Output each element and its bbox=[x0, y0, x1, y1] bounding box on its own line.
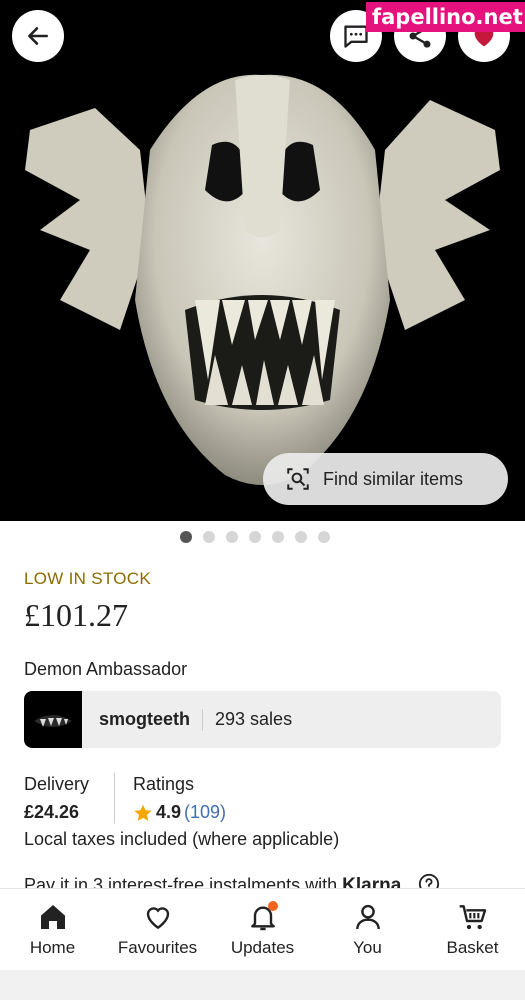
stock-status: LOW IN STOCK bbox=[24, 569, 152, 588]
nav-updates[interactable]: Updates bbox=[210, 889, 315, 970]
rating-value: 4.9 bbox=[156, 802, 182, 822]
ratings-label: Ratings bbox=[133, 774, 195, 794]
mask-photo bbox=[25, 74, 500, 486]
bottom-nav: Home Favourites Updates You Basket bbox=[0, 888, 525, 970]
divider bbox=[202, 708, 204, 731]
carousel-dot[interactable] bbox=[272, 531, 284, 543]
shop-avatar bbox=[24, 691, 82, 748]
carousel-dot[interactable] bbox=[249, 531, 261, 543]
heart-icon bbox=[146, 907, 169, 930]
person-icon bbox=[355, 904, 380, 930]
notification-dot bbox=[268, 901, 278, 911]
nav-favourites[interactable]: Favourites bbox=[105, 889, 210, 970]
cart-icon bbox=[459, 905, 486, 930]
carousel-dot[interactable] bbox=[226, 531, 238, 543]
shop-card[interactable]: smogteeth 293 sales bbox=[24, 691, 501, 748]
listing-title: Demon Ambassador bbox=[24, 659, 188, 679]
delivery-value: £24.26 bbox=[24, 802, 80, 822]
carousel-dot[interactable] bbox=[295, 531, 307, 543]
shop-name: smogteeth bbox=[99, 709, 191, 729]
nav-favourites-label: Favourites bbox=[117, 938, 198, 957]
ratings-summary[interactable]: 4.9 (109) bbox=[133, 802, 226, 823]
star-icon bbox=[134, 804, 152, 821]
shop-sales: 293 sales bbox=[215, 709, 293, 729]
back-button[interactable] bbox=[12, 10, 64, 62]
nav-updates-label: Updates bbox=[230, 938, 295, 957]
carousel-dot[interactable] bbox=[180, 531, 192, 543]
carousel-dot[interactable] bbox=[203, 531, 215, 543]
delivery-label: Delivery bbox=[24, 774, 90, 794]
nav-basket[interactable]: Basket bbox=[420, 889, 525, 970]
system-bar bbox=[0, 970, 525, 1000]
rating-count[interactable]: (109) bbox=[184, 802, 226, 823]
nav-basket-label: Basket bbox=[446, 938, 499, 957]
nav-you[interactable]: You bbox=[315, 889, 420, 970]
taxes-note: Local taxes included (where applicable) bbox=[24, 829, 340, 849]
visual-search-icon bbox=[287, 468, 309, 490]
image-carousel-dots bbox=[180, 531, 330, 543]
price: £101.27 bbox=[24, 597, 128, 633]
nav-you-label: You bbox=[353, 938, 382, 957]
divider bbox=[114, 773, 115, 823]
arrow-left-icon bbox=[28, 27, 48, 45]
find-similar-button[interactable]: Find similar items bbox=[263, 453, 508, 505]
home-icon bbox=[40, 905, 65, 929]
nav-home[interactable]: Home bbox=[0, 889, 105, 970]
listing-image[interactable]: fapellino.net Find similar items bbox=[0, 0, 525, 521]
nav-home-label: Home bbox=[29, 938, 76, 957]
find-similar-label: Find similar items bbox=[323, 468, 464, 489]
carousel-dot[interactable] bbox=[318, 531, 330, 543]
watermark: fapellino.net bbox=[366, 2, 525, 32]
